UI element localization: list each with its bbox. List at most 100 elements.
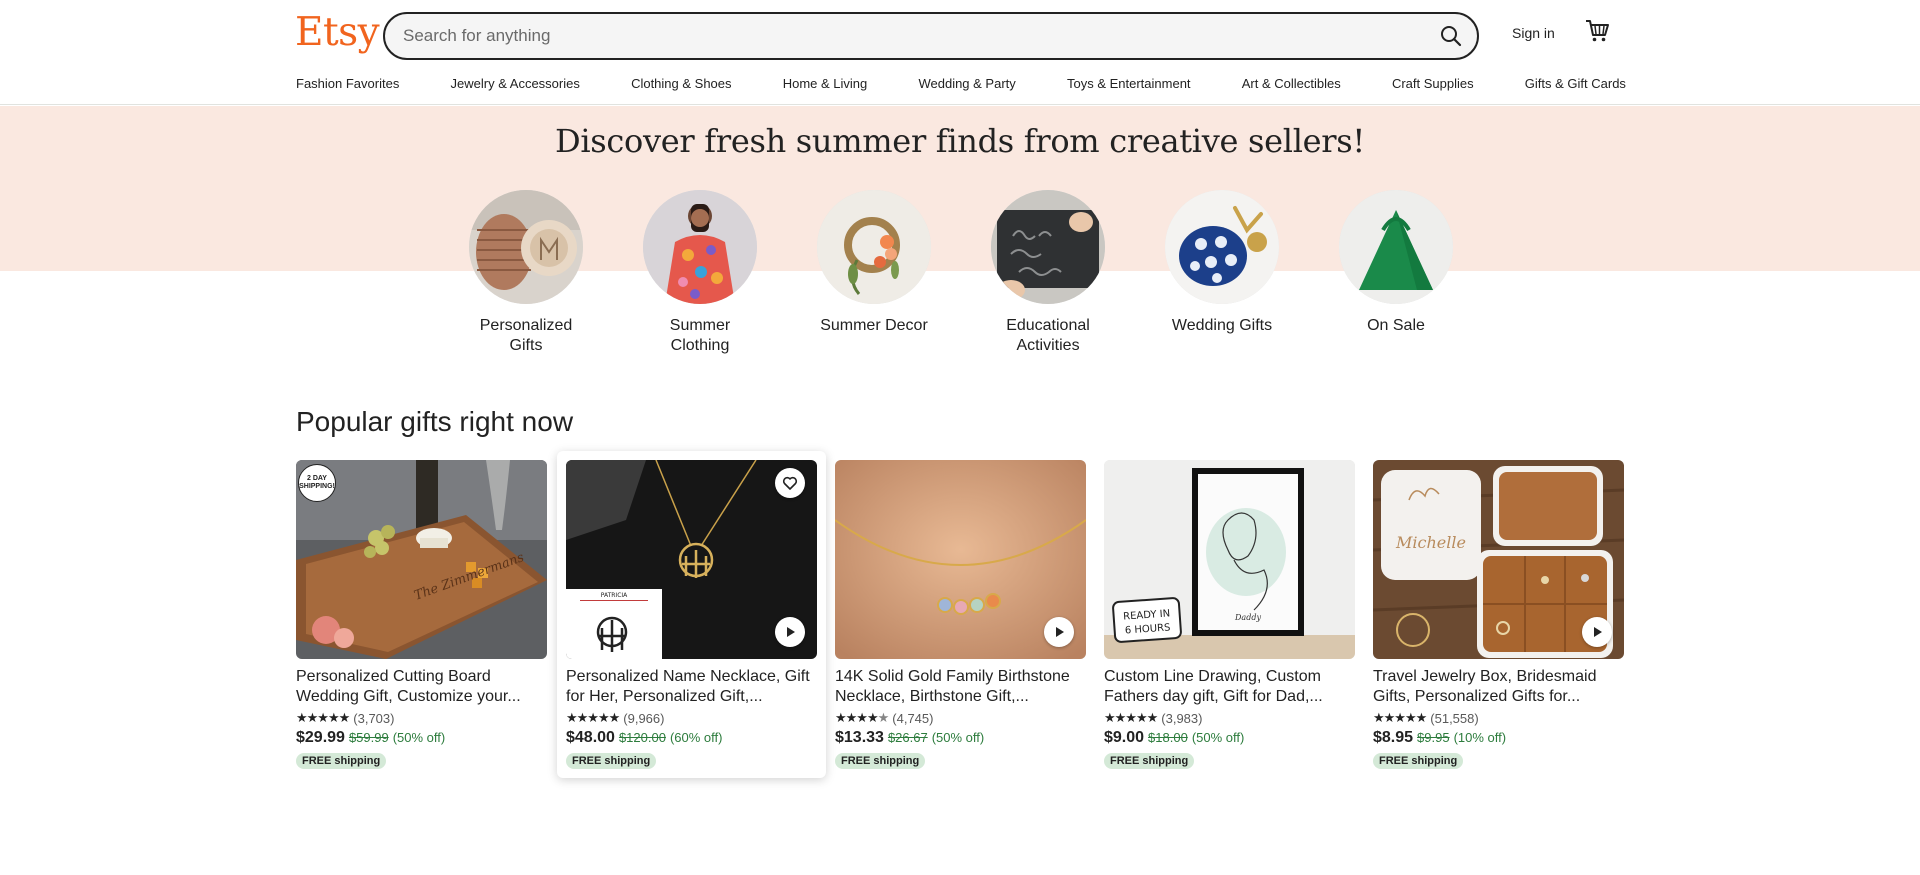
nav-clothing-shoes[interactable]: Clothing & Shoes [631, 76, 731, 96]
product-price: $48.00 $120.00 (60% off) [566, 729, 817, 747]
price-discount: (50% off) [931, 730, 985, 745]
product-rating: ★★★★★ (51,558) [1373, 710, 1624, 726]
product-card[interactable]: Michelle Travel Jewelry Box, Bridesmaid … [1373, 460, 1624, 769]
product-card[interactable]: Daddy READY IN 6 HOURS Custom Line Drawi… [1104, 460, 1355, 769]
circle-label: On Sale [1367, 317, 1425, 334]
star-rating-icon: ★★★★★ [1104, 710, 1158, 725]
product-title[interactable]: Personalized Name Necklace, Gift for Her… [566, 667, 817, 707]
search-button[interactable] [1433, 18, 1469, 54]
product-image [835, 460, 1086, 659]
nav-fashion-favorites[interactable]: Fashion Favorites [296, 76, 399, 96]
price-discount: (50% off) [392, 730, 446, 745]
play-icon [1056, 627, 1064, 637]
product-card[interactable]: 14K Solid Gold Family Birthstone Necklac… [835, 460, 1086, 769]
free-shipping-badge: FREE shipping [296, 753, 387, 769]
circle-image [1339, 190, 1453, 304]
nav-home-living[interactable]: Home & Living [783, 76, 868, 96]
nav-gifts-gift-cards[interactable]: Gifts & Gift Cards [1525, 76, 1626, 96]
product-rating: ★★★★★ (3,983) [1104, 710, 1355, 726]
free-shipping-badge: FREE shipping [835, 753, 926, 769]
review-count: (3,703) [353, 710, 395, 726]
circle-label: Educational Activities [1006, 317, 1090, 354]
review-count: (9,966) [623, 710, 665, 726]
circle-summer-clothing[interactable]: Summer Clothing [643, 190, 757, 356]
price-original: $59.99 [348, 730, 389, 745]
hero-category-circles: Personalized Gifts Summer Clothing Summe… [469, 190, 1453, 360]
price-current: $9.00 [1104, 729, 1145, 746]
site-header: Etsy Sign in Fashion Favorites Jewelry &… [0, 0, 1920, 105]
circle-wedding-gifts[interactable]: Wedding Gifts [1165, 190, 1279, 336]
product-image: PATRICIA [566, 460, 817, 659]
search-icon [1441, 26, 1462, 47]
play-video-button[interactable] [1582, 617, 1612, 647]
cart-icon [1586, 20, 1609, 42]
circle-personalized-gifts[interactable]: Personalized Gifts [469, 190, 583, 356]
product-image: The Zimmermans 2 DAY SHIPPING! [296, 460, 547, 659]
price-original: $26.67 [887, 730, 928, 745]
circle-image [817, 190, 931, 304]
circle-summer-decor[interactable]: Summer Decor [817, 190, 931, 336]
svg-text:Michelle: Michelle [1395, 533, 1466, 552]
nav-toys-entertainment[interactable]: Toys & Entertainment [1067, 76, 1191, 96]
star-rating-icon: ★★★★★ [566, 710, 620, 725]
category-nav: Fashion Favorites Jewelry & Accessories … [296, 76, 1626, 96]
free-shipping-badge: FREE shipping [566, 753, 657, 769]
free-shipping-badge: FREE shipping [1373, 753, 1464, 769]
play-video-button[interactable] [1044, 617, 1074, 647]
circle-image [643, 190, 757, 304]
favorite-button[interactable] [775, 468, 805, 498]
product-title[interactable]: Travel Jewelry Box, Bridesmaid Gifts, Pe… [1373, 667, 1624, 707]
circle-educational-activities[interactable]: Educational Activities [991, 190, 1105, 356]
price-original: $18.00 [1148, 730, 1188, 745]
free-shipping-badge: FREE shipping [1104, 753, 1195, 769]
product-grid: The Zimmermans 2 DAY SHIPPING! Personali… [296, 451, 1624, 780]
star-rating-icon: ★★★★★ [1373, 710, 1427, 725]
hero-title: Discover fresh summer finds from creativ… [555, 122, 1365, 160]
price-current: $48.00 [566, 729, 615, 746]
nav-jewelry-accessories[interactable]: Jewelry & Accessories [451, 76, 580, 96]
product-title[interactable]: 14K Solid Gold Family Birthstone Necklac… [835, 667, 1086, 707]
svg-text:Daddy: Daddy [1234, 613, 1261, 622]
product-price: $9.00 $18.00 (50% off) [1104, 729, 1355, 747]
product-title[interactable]: Custom Line Drawing, Custom Fathers day … [1104, 667, 1355, 707]
play-icon [1594, 627, 1602, 637]
product-price: $8.95 $9.95 (10% off) [1373, 729, 1624, 747]
product-rating: ★★★★★ (3,703) [296, 710, 547, 726]
circle-label: Summer Decor [820, 317, 928, 334]
product-price: $13.33 $26.67 (50% off) [835, 729, 1086, 747]
shipping-badge: 2 DAY SHIPPING! [298, 464, 336, 502]
circle-label: Summer Clothing [669, 317, 731, 354]
play-video-button[interactable] [775, 617, 805, 647]
nav-wedding-party[interactable]: Wedding & Party [918, 76, 1015, 96]
product-image: Daddy READY IN 6 HOURS [1104, 460, 1355, 659]
circle-label: Wedding Gifts [1171, 317, 1273, 334]
circle-on-sale[interactable]: On Sale [1339, 190, 1453, 336]
price-current: $29.99 [296, 729, 345, 746]
heart-icon [782, 476, 798, 490]
etsy-logo[interactable]: Etsy [295, 10, 380, 55]
price-current: $13.33 [835, 729, 884, 746]
price-discount: (10% off) [1453, 730, 1507, 745]
review-count: (4,745) [892, 710, 934, 726]
nav-art-collectibles[interactable]: Art & Collectibles [1242, 76, 1341, 96]
play-icon [787, 627, 795, 637]
price-original: $9.95 [1417, 730, 1450, 745]
search-bar [383, 12, 1479, 60]
search-input[interactable] [403, 14, 1383, 58]
product-title[interactable]: Personalized Cutting Board Wedding Gift,… [296, 667, 547, 707]
product-card[interactable]: The Zimmermans 2 DAY SHIPPING! Personali… [296, 460, 547, 769]
section-title-popular: Popular gifts right now [296, 406, 574, 437]
review-count: (3,983) [1161, 710, 1203, 726]
cart-button[interactable] [1584, 18, 1616, 50]
nav-craft-supplies[interactable]: Craft Supplies [1392, 76, 1474, 96]
product-price: $29.99 $59.99 (50% off) [296, 729, 547, 747]
review-count: (51,558) [1430, 710, 1479, 726]
sign-in-link[interactable]: Sign in [1512, 25, 1555, 41]
price-discount: (50% off) [1191, 730, 1245, 745]
circle-image [991, 190, 1105, 304]
product-rating: ★★★★★ (4,745) [835, 710, 1086, 726]
product-card[interactable]: PATRICIA Personalized Name Necklace, Gif… [557, 451, 826, 778]
star-rating-icon: ★★★★★ [835, 710, 889, 725]
svg-text:PATRICIA: PATRICIA [601, 592, 628, 599]
price-discount: (60% off) [669, 730, 723, 745]
